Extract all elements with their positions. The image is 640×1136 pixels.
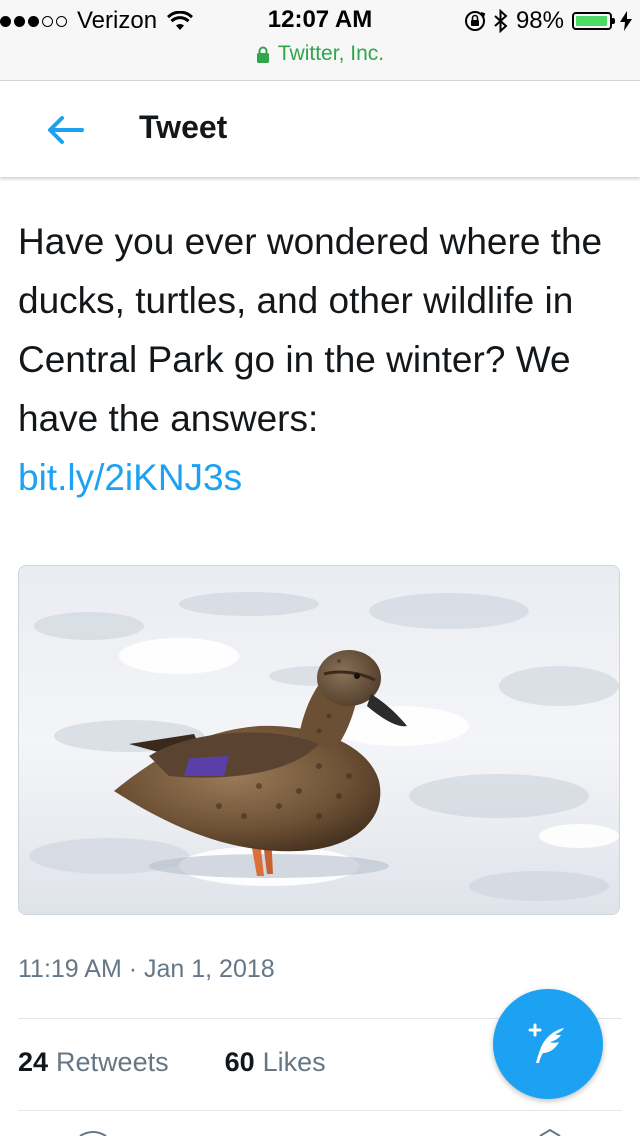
carrier-name: Verizon	[77, 7, 158, 34]
bluetooth-icon	[494, 9, 508, 33]
retweets-stat[interactable]: 24 Retweets	[18, 1047, 169, 1078]
status-right: 98%	[464, 6, 632, 36]
tweet-stats: 24 Retweets 60 Likes	[18, 1047, 382, 1078]
signal-strength-icon	[0, 15, 67, 27]
battery-percent: 98%	[515, 7, 564, 34]
page-title: Tweet	[139, 109, 228, 145]
charging-bolt-icon	[620, 11, 632, 31]
back-button[interactable]	[40, 105, 90, 155]
back-arrow-icon	[48, 116, 84, 144]
divider	[18, 1110, 622, 1111]
retweets-count: 24	[18, 1047, 49, 1077]
status-bar: Verizon 12:07 AM 98% Twitter, Inc.	[0, 0, 640, 81]
tweet-link[interactable]: bit.ly/2iKNJ3s	[18, 448, 623, 507]
tweet-photo[interactable]	[18, 565, 620, 915]
tweet-text: Have you ever wondered where the ducks, …	[18, 221, 603, 439]
likes-label: Likes	[262, 1047, 326, 1077]
compose-feather-icon	[528, 1023, 564, 1063]
status-left: Verizon	[0, 6, 194, 36]
battery-fill	[576, 16, 608, 26]
compose-tweet-button[interactable]	[493, 989, 603, 1099]
retweets-label: Retweets	[56, 1047, 169, 1077]
url-bar[interactable]: Twitter, Inc.	[0, 42, 640, 66]
duck-in-snow-image	[19, 566, 619, 914]
tweet-header: Tweet	[0, 81, 640, 177]
rotation-lock-icon	[464, 11, 486, 31]
tweet-body: Have you ever wondered where the ducks, …	[18, 212, 623, 507]
likes-stat[interactable]: 60 Likes	[225, 1047, 326, 1078]
wifi-icon	[167, 11, 194, 30]
tweet-actions-row	[79, 1128, 561, 1136]
lock-icon	[256, 46, 269, 63]
url-label: Twitter, Inc.	[277, 42, 385, 65]
tweet-timestamp: 11:19 AM · Jan 1, 2018	[18, 955, 275, 983]
battery-icon	[572, 12, 615, 30]
likes-count: 60	[224, 1047, 255, 1077]
